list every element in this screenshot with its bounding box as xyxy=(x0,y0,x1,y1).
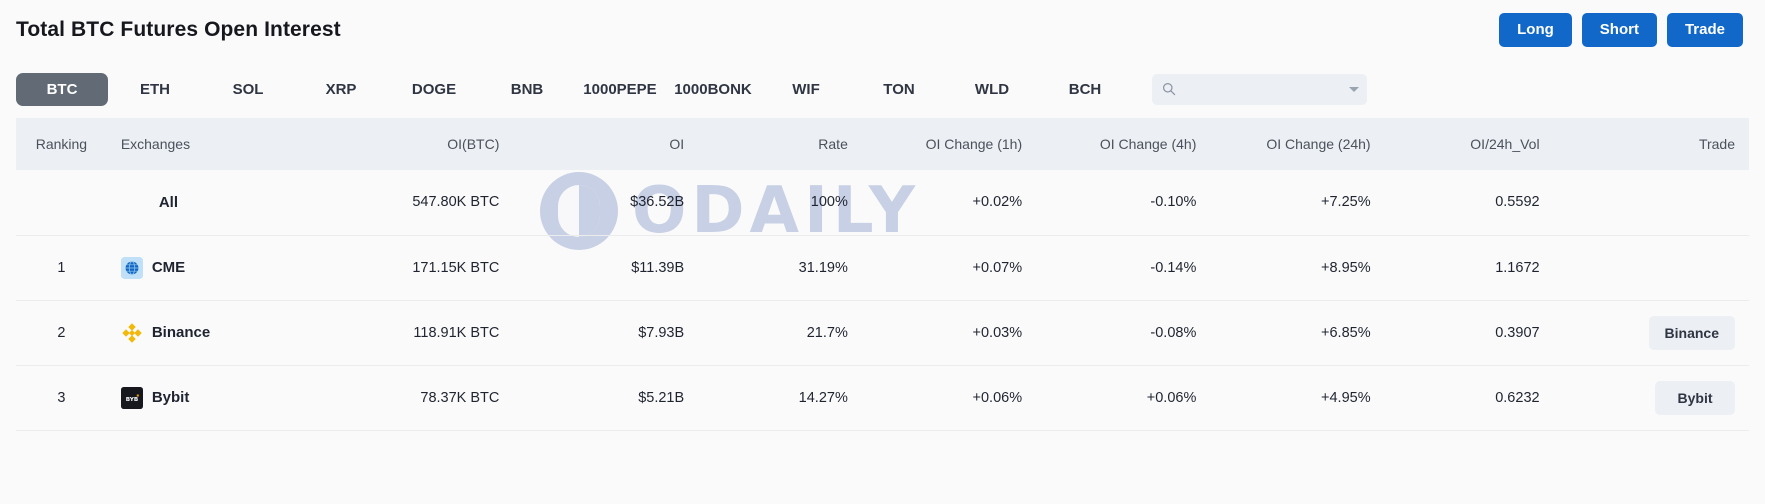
exchange-name: All xyxy=(158,193,178,211)
tab-btc[interactable]: BTC xyxy=(16,72,108,106)
column-header-trade[interactable]: Trade xyxy=(1553,118,1749,170)
header-actions: Long Short Trade xyxy=(1499,13,1743,47)
cell-oi-btc: 171.15K BTC xyxy=(291,235,514,301)
coin-tab-list: BTC ETH SOL XRP DOGE BNB 1000PEPE 1000BONK WIF TO… xyxy=(16,72,1132,106)
cell-trade: Bybit xyxy=(1553,365,1749,431)
column-header-exchanges[interactable]: Exchanges xyxy=(106,118,292,170)
tab-1000pepe[interactable]: 1000PEPE xyxy=(574,73,666,106)
bybit-icon: BYB xyxy=(120,386,143,409)
cell-exchange[interactable]: All xyxy=(106,170,292,236)
tab-wif[interactable]: WIF xyxy=(760,73,852,106)
search-input[interactable] xyxy=(1176,81,1349,97)
table-row[interactable]: All 547.80K BTC $36.52B 100% +0.02% -0.10% +7.… xyxy=(16,170,1749,236)
exchange-name: Bybit xyxy=(151,389,190,406)
open-interest-table: Ranking Exchanges OI(BTC) OI Rate OI Change (… xyxy=(16,118,1749,431)
cell-ranking: 3 xyxy=(16,365,107,431)
cme-icon xyxy=(120,256,143,279)
tab-sol[interactable]: SOL xyxy=(202,73,294,106)
tab-eth[interactable]: ETH xyxy=(109,73,201,106)
table-row[interactable]: 2 Binance 118.91K BTC $7.93B 21.7% +0.03% -0.0… xyxy=(16,300,1749,366)
cell-ranking: 2 xyxy=(16,300,107,366)
tab-bnb[interactable]: BNB xyxy=(481,73,573,106)
header-bar: Total BTC Futures Open Interest Long Shor… xyxy=(0,0,1765,60)
search-box[interactable] xyxy=(1152,73,1367,105)
table-body: All 547.80K BTC $36.52B 100% +0.02% -0.10% +7.… xyxy=(16,170,1749,431)
cell-oi-change-1h: +0.02% xyxy=(861,170,1037,236)
cell-oi-btc: 118.91K BTC xyxy=(291,300,514,366)
table-head: Ranking Exchanges OI(BTC) OI Rate OI Change (… xyxy=(16,118,1749,170)
search-icon xyxy=(1162,82,1176,96)
column-header-oi-change-24h[interactable]: OI Change (24h) xyxy=(1210,118,1385,170)
cell-rate: 100% xyxy=(698,170,862,236)
exchange-label-group: CME xyxy=(120,256,278,279)
cell-oi-24h-vol: 1.1672 xyxy=(1384,235,1554,301)
column-header-oi-24h-vol[interactable]: OI/24h_Vol xyxy=(1384,118,1554,170)
column-header-rate[interactable]: Rate xyxy=(698,118,862,170)
cell-oi-change-24h: +7.25% xyxy=(1210,170,1385,236)
cell-exchange[interactable]: CME xyxy=(106,235,292,301)
long-button[interactable]: Long xyxy=(1499,13,1572,47)
column-header-oi[interactable]: OI xyxy=(513,118,699,170)
trade-button-binance[interactable]: Binance xyxy=(1648,315,1735,350)
cell-oi-change-4h: -0.10% xyxy=(1036,170,1211,236)
cell-oi-change-1h: +0.06% xyxy=(861,365,1037,431)
cell-oi: $36.52B xyxy=(513,170,699,236)
exchange-label-group: Binance xyxy=(121,322,278,344)
cell-oi-change-24h: +6.85% xyxy=(1210,300,1385,366)
trade-button-bybit[interactable]: Bybit xyxy=(1655,380,1735,415)
cell-trade xyxy=(1553,235,1749,301)
binance-icon xyxy=(122,322,142,343)
cell-oi: $5.21B xyxy=(513,365,699,431)
tab-xrp[interactable]: XRP xyxy=(295,73,387,106)
cell-oi-btc: 547.80K BTC xyxy=(291,170,514,236)
cell-oi-change-4h: -0.14% xyxy=(1036,235,1211,301)
exchange-label-group: All xyxy=(121,194,278,211)
cell-ranking xyxy=(16,170,107,236)
table-row[interactable]: 3 BYB Bybit 78.37K BTC $5.21B 14.27% +0.06% +0.… xyxy=(16,365,1749,431)
cell-oi: $11.39B xyxy=(513,235,699,301)
exchange-name: CME xyxy=(151,259,186,276)
cell-trade: Binance xyxy=(1553,300,1749,366)
cell-rate: 31.19% xyxy=(698,235,862,301)
cell-oi-change-24h: +8.95% xyxy=(1210,235,1385,301)
coin-tab-bar: BTC ETH SOL XRP DOGE BNB 1000PEPE 1000BONK WIF TO… xyxy=(0,60,1765,118)
cell-oi-24h-vol: 0.3907 xyxy=(1384,300,1554,366)
page-title: Total BTC Futures Open Interest xyxy=(16,18,341,41)
cell-oi-change-4h: +0.06% xyxy=(1036,365,1211,431)
cell-oi-change-24h: +4.95% xyxy=(1210,365,1385,431)
column-header-oi-btc[interactable]: OI(BTC) xyxy=(291,118,514,170)
cell-oi-24h-vol: 0.6232 xyxy=(1384,365,1554,431)
tab-wld[interactable]: WLD xyxy=(946,73,1038,106)
table-header-row: Ranking Exchanges OI(BTC) OI Rate OI Change (… xyxy=(16,118,1749,170)
cell-oi-change-1h: +0.03% xyxy=(861,300,1037,366)
exchange-name: Binance xyxy=(151,324,211,341)
cell-rate: 21.7% xyxy=(698,300,862,366)
cell-oi-change-4h: -0.08% xyxy=(1036,300,1211,366)
table-row[interactable]: 1 CME 171.15K BTC $11.39B 31.19% +0.07% -0.14%… xyxy=(16,235,1749,301)
column-header-oi-change-4h[interactable]: OI Change (4h) xyxy=(1036,118,1211,170)
cell-exchange[interactable]: Binance xyxy=(106,300,292,366)
exchange-label-group: BYB Bybit xyxy=(120,386,278,409)
cell-oi-change-1h: +0.07% xyxy=(861,235,1037,301)
svg-text:BYB: BYB xyxy=(126,396,138,402)
cell-oi-24h-vol: 0.5592 xyxy=(1384,170,1554,236)
cell-oi-btc: 78.37K BTC xyxy=(291,365,514,431)
tab-doge[interactable]: DOGE xyxy=(388,73,480,106)
column-header-ranking[interactable]: Ranking xyxy=(16,118,107,170)
cell-exchange[interactable]: BYB Bybit xyxy=(106,365,292,431)
cell-trade xyxy=(1553,170,1749,236)
tab-1000bonk[interactable]: 1000BONK xyxy=(667,73,759,106)
cell-rate: 14.27% xyxy=(698,365,862,431)
column-header-oi-change-1h[interactable]: OI Change (1h) xyxy=(861,118,1037,170)
tab-ton[interactable]: TON xyxy=(853,73,945,106)
trade-button[interactable]: Trade xyxy=(1666,13,1743,47)
cell-ranking: 1 xyxy=(16,235,107,301)
chevron-down-icon[interactable] xyxy=(1349,86,1359,92)
tab-bch[interactable]: BCH xyxy=(1039,73,1131,106)
short-button[interactable]: Short xyxy=(1581,13,1657,47)
cell-oi: $7.93B xyxy=(513,300,699,366)
